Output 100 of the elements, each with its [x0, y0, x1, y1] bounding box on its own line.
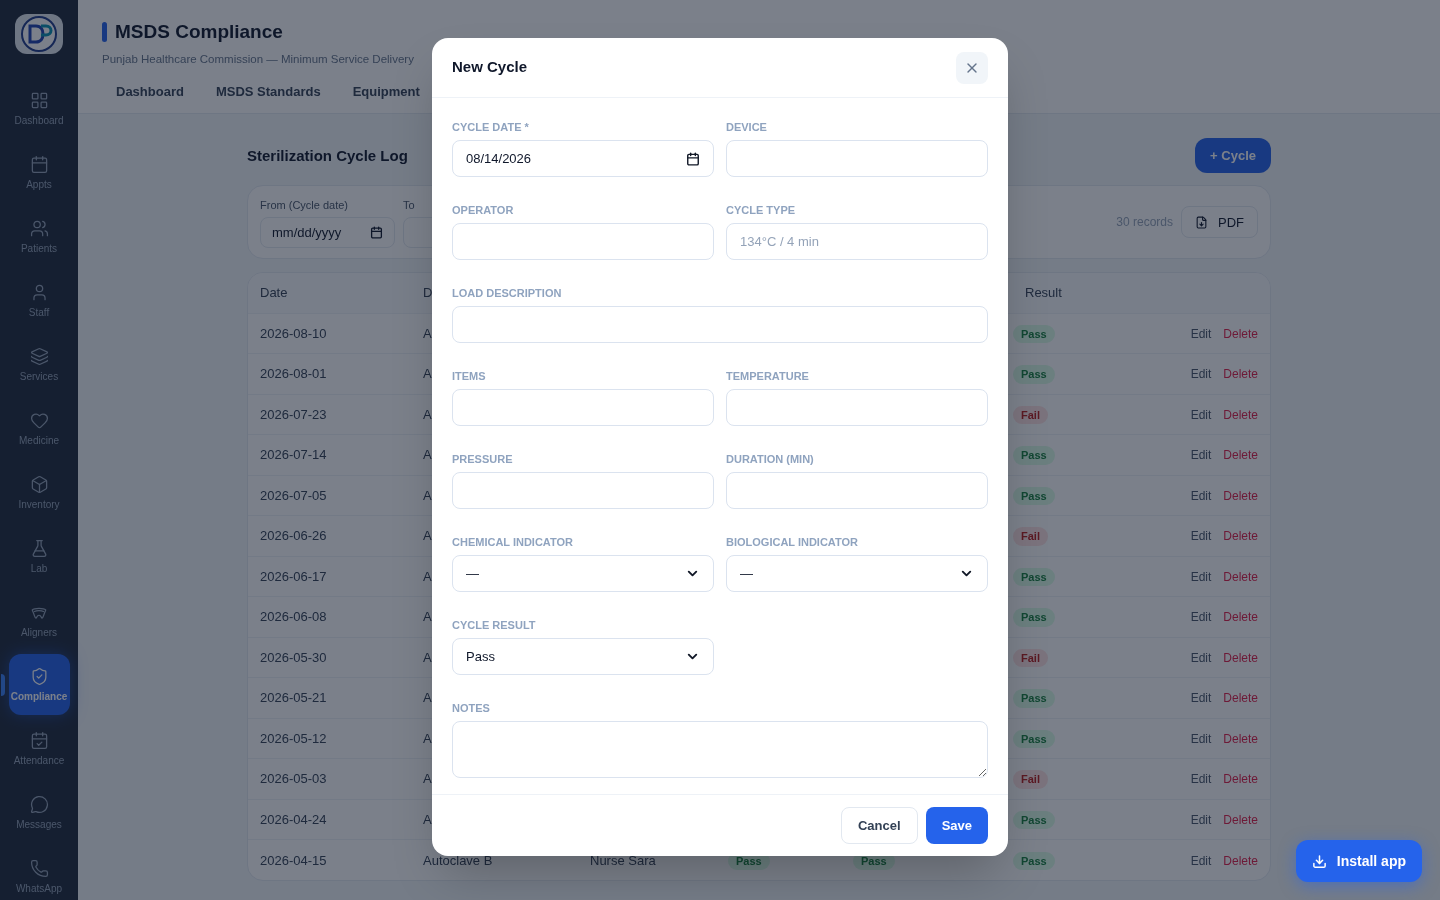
field-label: PRESSURE: [452, 452, 514, 466]
logo-icon: [15, 14, 63, 54]
column-header: D: [423, 285, 433, 301]
field-label: ITEMS: [452, 369, 487, 383]
table-cell: A: [423, 609, 432, 625]
delete-link[interactable]: Delete: [1223, 648, 1258, 667]
select-field[interactable]: —: [452, 555, 714, 592]
status-label: Fail: [1013, 770, 1048, 789]
sidebar-item[interactable]: Medicine: [8, 398, 70, 459]
tab[interactable]: Dashboard: [116, 81, 184, 114]
text-field[interactable]: [452, 389, 714, 426]
status-label: Pass: [1013, 567, 1055, 587]
edit-link[interactable]: Edit: [1190, 770, 1212, 789]
page-title: MSDS Compliance: [115, 20, 283, 44]
edit-link[interactable]: Edit: [1190, 527, 1212, 546]
table-cell: Autoclave B: [423, 852, 493, 868]
table-cell: A: [423, 366, 432, 382]
close-button[interactable]: [956, 51, 988, 84]
edit-link[interactable]: Edit: [1190, 567, 1212, 586]
table-cell: A: [423, 406, 432, 422]
calendar-check-icon: [29, 731, 49, 750]
status-label: Pass: [1013, 324, 1055, 344]
table-cell: 2026-08-10: [260, 325, 327, 341]
install-app-button[interactable]: Install app: [1295, 840, 1422, 882]
text-field[interactable]: 134°C / 4 min: [726, 223, 988, 260]
field-label: NOTES: [452, 701, 491, 715]
delete-link[interactable]: Delete: [1223, 365, 1258, 384]
calendar-icon: [370, 226, 383, 239]
edit-link[interactable]: Edit: [1190, 608, 1212, 627]
edit-link[interactable]: Edit: [1190, 446, 1212, 465]
status-label: Pass: [1013, 446, 1055, 465]
users-icon: [29, 219, 49, 238]
sidebar-item[interactable]: Attendance: [8, 718, 70, 779]
pdf-button[interactable]: PDF: [1181, 206, 1258, 239]
date-field[interactable]: 08/14/2026: [452, 140, 714, 177]
sidebar-item[interactable]: Compliance: [8, 654, 70, 715]
status-label: Fail: [1013, 648, 1048, 668]
table-cell: A: [423, 487, 432, 503]
filter-label: From (Cycle date): [260, 197, 350, 213]
table-cell: A: [423, 730, 432, 746]
text-field[interactable]: [726, 140, 988, 177]
column-header: Date: [260, 285, 288, 301]
delete-link[interactable]: Delete: [1223, 689, 1258, 708]
save-button[interactable]: Save: [925, 807, 988, 844]
sidebar-item[interactable]: WhatsApp: [8, 846, 70, 900]
modal-title: New Cycle: [452, 57, 528, 78]
sidebar-item[interactable]: Appts: [8, 142, 70, 203]
select-field[interactable]: —: [726, 555, 988, 592]
table-cell: 2026-04-24: [260, 811, 327, 827]
delete-link[interactable]: Delete: [1223, 770, 1258, 789]
select-field[interactable]: Pass: [452, 638, 714, 675]
delete-link[interactable]: Delete: [1223, 527, 1258, 546]
edit-link[interactable]: Edit: [1190, 486, 1212, 505]
sidebar-item[interactable]: Aligners: [8, 590, 70, 651]
delete-link[interactable]: Delete: [1223, 810, 1258, 829]
field-label: DURATION (MIN): [726, 452, 815, 466]
delete-link[interactable]: Delete: [1223, 567, 1258, 586]
table-cell: 2026-05-21: [260, 690, 327, 706]
status-label: Pass: [1013, 729, 1055, 749]
text-field[interactable]: [452, 306, 988, 343]
delete-link[interactable]: Delete: [1223, 729, 1258, 748]
delete-link[interactable]: Delete: [1223, 446, 1258, 465]
table-cell: A: [423, 649, 432, 665]
edit-link[interactable]: Edit: [1190, 648, 1212, 667]
status-label: Pass: [1013, 365, 1055, 384]
edit-link[interactable]: Edit: [1190, 324, 1212, 343]
field-label: DEVICE: [726, 120, 768, 134]
delete-link[interactable]: Delete: [1223, 486, 1258, 505]
table-cell: A: [423, 690, 432, 706]
status-label: Pass: [1013, 810, 1055, 830]
add-cycle-button[interactable]: + Cycle: [1195, 138, 1271, 174]
edit-link[interactable]: Edit: [1190, 810, 1212, 829]
text-field[interactable]: [726, 389, 988, 426]
sidebar-item[interactable]: Patients: [8, 206, 70, 267]
edit-link[interactable]: Edit: [1190, 851, 1212, 870]
tab[interactable]: MSDS Standards: [215, 81, 321, 114]
cancel-button[interactable]: Cancel: [841, 807, 918, 844]
text-field[interactable]: [726, 472, 988, 509]
notes-field[interactable]: [452, 721, 988, 778]
edit-link[interactable]: Edit: [1190, 405, 1212, 424]
field-label: CYCLE TYPE: [726, 203, 797, 217]
date-field[interactable]: mm/dd/yyyy: [260, 217, 395, 248]
table-cell: 2026-07-05: [260, 487, 327, 503]
text-field[interactable]: [452, 223, 714, 260]
edit-link[interactable]: Edit: [1190, 689, 1212, 708]
table-cell: 2026-06-26: [260, 528, 327, 544]
tab[interactable]: Equipment: [352, 81, 420, 114]
table-cell: A: [423, 447, 432, 463]
delete-link[interactable]: Delete: [1223, 608, 1258, 627]
column-header: Result: [1025, 285, 1062, 301]
delete-link[interactable]: Delete: [1223, 851, 1258, 870]
page-subtitle: Punjab Healthcare Commission — Minimum Service Delivery: [102, 51, 414, 67]
delete-link[interactable]: Delete: [1223, 324, 1258, 343]
edit-link[interactable]: Edit: [1190, 729, 1212, 748]
table-cell: 2026-06-17: [260, 568, 327, 584]
delete-link[interactable]: Delete: [1223, 405, 1258, 424]
cube-icon: [29, 475, 49, 494]
table-cell: 2026-07-23: [260, 406, 327, 422]
text-field[interactable]: [452, 472, 714, 509]
edit-link[interactable]: Edit: [1190, 365, 1212, 384]
